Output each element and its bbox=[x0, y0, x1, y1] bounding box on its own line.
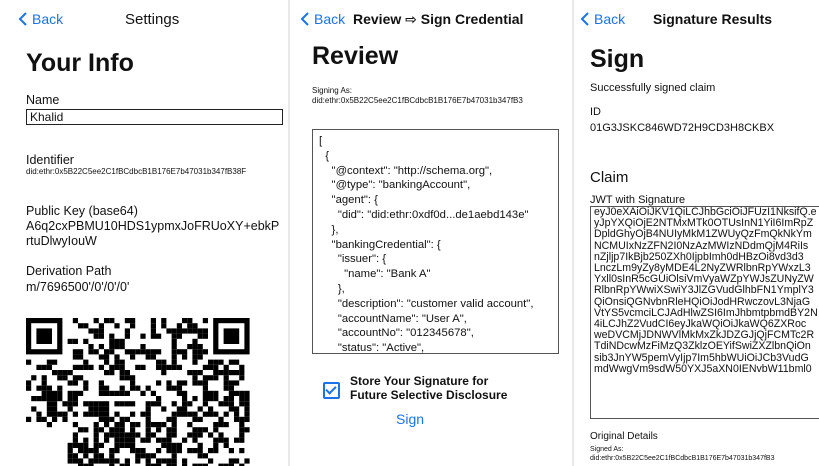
signing-as-value: did:ethr:0x5B22C5ee2C1fBCdbcB1B176E7b470… bbox=[312, 96, 523, 105]
identifier-label: Identifier bbox=[26, 153, 74, 167]
credential-json-box[interactable]: [ { "@context": "http://schema.org", "@t… bbox=[312, 129, 559, 354]
back-label: Back bbox=[32, 11, 64, 27]
back-button[interactable]: Back bbox=[580, 11, 625, 27]
derivation-path-value: m/7696500'/0'/0'/0' bbox=[26, 280, 130, 294]
identifier-value: did:ethr:0x5B22C5ee2C1fBCdbcB1B176E7b470… bbox=[26, 167, 247, 176]
settings-screen: Back Settings Your Info Name Khalid Iden… bbox=[0, 0, 288, 466]
back-label: Back bbox=[314, 11, 346, 27]
name-label: Name bbox=[26, 93, 60, 107]
jwt-line: RlbnRpYWwiXSwiY3JlZGVudGlhbFN1YmplY3 bbox=[594, 284, 814, 297]
nav-title: Settings bbox=[125, 11, 180, 28]
navbar: Back Review ⇨ Sign Credential bbox=[290, 0, 572, 40]
name-field[interactable]: Khalid bbox=[26, 109, 283, 125]
nav-title: Signature Results bbox=[653, 11, 773, 27]
id-value: 01G3JSKC846WD72H9CD3H8CKBX bbox=[590, 122, 775, 134]
chevron-left-icon bbox=[300, 12, 309, 26]
jwt-line: TdiNDcwMzFiMzQ3ZklzOEYifSwiZXZlbnQiOn bbox=[594, 340, 811, 353]
chevron-left-icon bbox=[18, 12, 27, 26]
back-button[interactable]: Back bbox=[300, 11, 345, 27]
nav-title: Review ⇨ Sign Credential bbox=[353, 11, 524, 27]
signing-as-label: Signing As: bbox=[312, 86, 353, 95]
status-text: Successfully signed claim bbox=[590, 82, 716, 94]
navbar: Back Signature Results bbox=[574, 0, 819, 40]
jwt-line: mdWwgVm9sdW50YXJ5aXN0IENvbW11bml0 bbox=[594, 362, 812, 375]
id-label: ID bbox=[590, 106, 601, 118]
checkbox-label: Store Your Signature for Future Selectiv… bbox=[350, 374, 508, 402]
sign-button[interactable]: Sign bbox=[396, 411, 424, 427]
chevron-left-icon bbox=[580, 12, 589, 26]
review-screen: Back Review ⇨ Sign Credential Review Sig… bbox=[290, 0, 572, 466]
back-button[interactable]: Back bbox=[18, 11, 63, 27]
jwt-line: DpldGhyOjB4NUIyMkM1ZWUyQzFmQkNkYm bbox=[594, 228, 812, 241]
public-key-value: A6q2cxPBMU10HDS1ypmxJoFRUoXY+ebkPrtuDlwy… bbox=[26, 219, 280, 248]
back-label: Back bbox=[594, 11, 626, 27]
page-title: Review bbox=[312, 42, 399, 70]
qr-code bbox=[26, 318, 252, 466]
credential-json: [ { "@context": "http://schema.org", "@t… bbox=[319, 135, 534, 354]
jwt-label: JWT with Signature bbox=[590, 194, 686, 206]
claim-heading: Claim bbox=[590, 169, 629, 186]
original-details-heading: Original Details bbox=[590, 431, 658, 442]
page-title: Your Info bbox=[26, 49, 134, 77]
public-key-label: Public Key (base64) bbox=[26, 204, 138, 218]
signed-as-label: Signed As: bbox=[590, 446, 624, 453]
page-title: Sign bbox=[590, 45, 645, 73]
store-signature-checkbox-row[interactable]: Store Your Signature for Future Selectiv… bbox=[323, 374, 520, 402]
jwt-box[interactable]: eyJ0eXAiOiJKV1QiLCJhbGciOiJFUzI1NksifQ.e… bbox=[590, 206, 819, 419]
checkbox-checked-icon[interactable] bbox=[323, 382, 340, 399]
derivation-path-label: Derivation Path bbox=[26, 264, 112, 278]
signed-as-value: did:ethr:0x5B22C5ee2C1fBCdbcB1B176E7b470… bbox=[590, 455, 775, 462]
signature-results-screen: Back Signature Results Sign Successfully… bbox=[574, 0, 819, 466]
navbar: Back Settings bbox=[0, 0, 288, 40]
